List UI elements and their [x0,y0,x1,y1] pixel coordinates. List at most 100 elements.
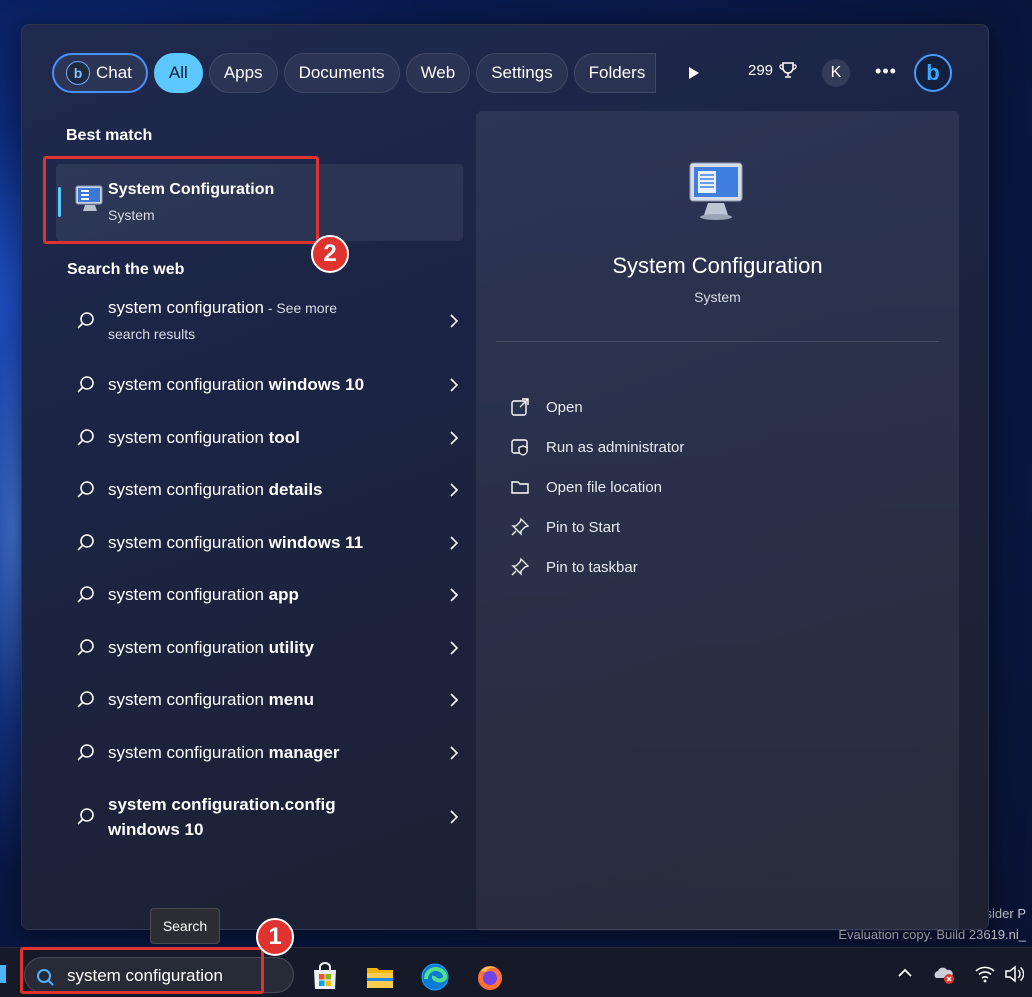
start-button-edge[interactable] [0,965,6,983]
filter-apps-label: Apps [223,63,263,82]
more-options-button[interactable]: ••• [874,59,898,87]
preview-title: System Configuration [612,253,823,278]
web-suggestion-item[interactable]: system configuration app [60,569,460,622]
trophy-icon [779,62,797,78]
see-more-text: - See more [263,300,338,316]
preview-divider [496,341,939,342]
edge-browser-icon[interactable] [420,962,450,992]
chevron-right-icon [450,693,459,707]
web-suggestion-item[interactable]: system configuration - See more search r… [60,295,460,347]
web-suggestion-item[interactable]: system configuration tool [60,412,460,465]
highlight-best-match [43,156,319,244]
web-suggestion-item[interactable]: system configuration menu [60,674,460,727]
filter-web-label: Web [420,63,456,82]
preview-pane: System Configuration System Open Run as … [476,111,959,931]
search-tooltip: Search [150,908,220,944]
web-suggestion-item[interactable]: system configuration details [60,464,460,517]
web-suggestion-item[interactable]: system configuration windows 10 [60,359,460,412]
filter-settings[interactable]: Settings [476,53,568,93]
chevron-right-icon [450,483,459,497]
run-as-admin-action[interactable]: Run as administrator [510,427,684,467]
filter-apps[interactable]: Apps [208,53,278,93]
web-suggestion-item[interactable]: system configuration windows 11 [60,517,460,570]
step-1-badge: 1 [256,918,294,956]
search-icon [77,312,94,329]
filter-documents[interactable]: Documents [283,53,400,93]
search-web-heading: Search the web [67,261,185,278]
open-action[interactable]: Open [510,387,684,427]
web-suggestion-item[interactable]: system configuration manager [60,727,460,780]
search-icon [77,481,94,498]
wifi-icon[interactable] [975,965,995,983]
web-suggestion-item[interactable]: system configuration utility [60,622,460,675]
suggestion-bold: utility [268,637,314,657]
filter-bar: b Chat All Apps Documents Web Settings F… [52,53,662,93]
suggestion-bold: tool [268,427,300,447]
suggestion-text: system configuration [108,795,280,814]
suggestion-text: system configuration [108,690,269,709]
suggestion-bold: windows 11 [268,532,364,552]
suggestion-line2: windows 10 [108,820,204,839]
preview-actions: Open Run as administrator Open file loca… [510,387,684,587]
search-icon [77,428,94,446]
chevron-right-icon [450,640,459,655]
shield-window-icon [511,439,528,456]
firefox-icon[interactable] [475,962,505,992]
more-filters-button[interactable] [682,61,706,85]
suggestion-text: system configuration [108,637,269,657]
account-avatar[interactable]: K [822,59,850,87]
web-suggestions: system configuration - See more search r… [60,295,460,839]
filter-web[interactable]: Web [405,53,471,93]
pin-to-start-action[interactable]: Pin to Start [510,507,684,547]
bing-icon[interactable]: b [914,54,952,92]
search-icon [77,691,94,708]
microsoft-store-icon[interactable] [310,962,340,992]
action-label: Pin to taskbar [546,558,638,576]
search-icon [77,743,94,761]
action-label: Open [546,398,583,416]
chevron-up-icon[interactable] [897,965,913,981]
suggestion-bold: details [268,480,323,499]
suggestion-line2: search results [108,326,196,342]
search-icon [77,808,94,825]
chat-label: Chat [96,63,132,82]
file-explorer-icon[interactable] [365,962,395,992]
filter-all[interactable]: All [153,53,203,93]
action-label: Pin to Start [546,518,621,536]
play-icon [689,67,699,79]
suggestion-bold: manager [268,742,340,762]
chevron-right-icon [450,430,459,445]
chat-button[interactable]: b Chat [52,53,148,93]
suggestion-bold: menu [268,690,314,709]
filter-folders[interactable]: Folders [573,53,657,93]
action-label: Open file location [546,478,662,496]
pin-icon [511,517,530,536]
search-icon [77,376,94,393]
suggestion-text: system configuration [108,480,269,499]
web-suggestion-item[interactable]: system configuration.config windows 10 [60,779,460,839]
best-match-heading: Best match [66,127,153,144]
suggestion-text: system configuration [108,585,269,604]
suggestion-bold: windows 10 [268,375,365,394]
suggestion-text: system configuration [108,742,269,762]
highlight-search-box [20,947,264,994]
chevron-right-icon [450,314,459,328]
suggestion-bold: app [268,585,299,604]
chevron-right-icon [450,535,459,550]
suggestion-text: system configuration [108,532,269,552]
chevron-right-icon [450,810,459,824]
preview-subtitle: System [694,289,741,305]
rewards-points[interactable]: 299 [748,61,797,79]
pin-to-taskbar-action[interactable]: Pin to taskbar [510,547,684,587]
suggestion-bold: .config [279,795,336,814]
points-value: 299 [748,61,774,79]
volume-icon[interactable] [1004,965,1024,983]
suggestion-text: system configuration [108,427,269,447]
search-icon [77,533,94,551]
onedrive-error-icon[interactable] [932,965,956,985]
open-file-location-action[interactable]: Open file location [510,467,684,507]
filter-folders-label: Folders [588,63,646,82]
search-icon [77,586,94,603]
system-configuration-large-icon [689,162,743,220]
step-2-badge: 2 [311,235,349,273]
